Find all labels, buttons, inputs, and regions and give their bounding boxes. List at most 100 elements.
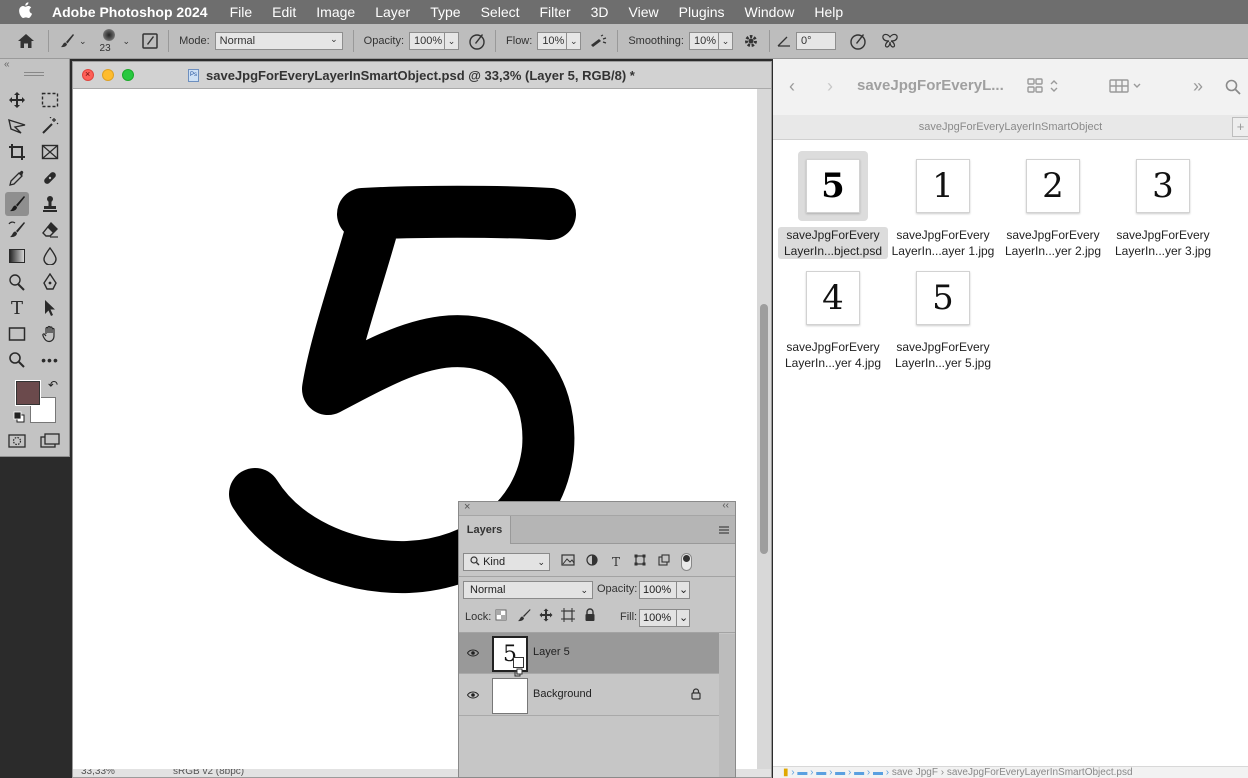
- document-title-bar[interactable]: × Ps saveJpgForEveryLayerInSmartObject.p…: [73, 62, 771, 89]
- visibility-eye-icon[interactable]: [466, 646, 480, 660]
- blur-tool-icon[interactable]: [38, 244, 62, 268]
- healing-brush-tool-icon[interactable]: [38, 166, 62, 190]
- clone-stamp-tool-icon[interactable]: [38, 192, 62, 216]
- menu-window[interactable]: Window: [745, 4, 795, 20]
- menu-file[interactable]: File: [230, 4, 253, 20]
- gear-icon[interactable]: [739, 29, 763, 53]
- brush-size-chevron-icon[interactable]: ⌄: [123, 36, 131, 47]
- collapse-arrows-icon[interactable]: «: [4, 59, 10, 70]
- visibility-eye-icon[interactable]: [466, 688, 480, 702]
- zoom-tool-icon[interactable]: [5, 348, 29, 372]
- pressure-size-icon[interactable]: [846, 29, 870, 53]
- zoom-window-button[interactable]: [122, 69, 134, 81]
- dodge-tool-icon[interactable]: [5, 270, 29, 294]
- group-by-icon[interactable]: [1109, 78, 1143, 97]
- minimize-window-button[interactable]: [102, 69, 114, 81]
- brush-settings-icon[interactable]: [138, 29, 162, 53]
- pressure-opacity-icon[interactable]: [465, 29, 489, 53]
- close-window-button[interactable]: ×: [82, 69, 94, 81]
- fill-dropdown[interactable]: ⌄: [676, 609, 690, 627]
- path-segment-file[interactable]: saveJpgForEveryLayerInSmartObject.psd: [947, 767, 1133, 778]
- lock-all-icon[interactable]: [581, 608, 599, 626]
- default-colors-icon[interactable]: [13, 411, 25, 423]
- add-tab-button[interactable]: +: [1232, 117, 1248, 137]
- frame-tool-icon[interactable]: [38, 140, 62, 164]
- panel-header[interactable]: × ‹‹: [459, 500, 735, 516]
- foreground-color-swatch[interactable]: [15, 380, 41, 406]
- smoothing-input[interactable]: 10%: [688, 32, 719, 50]
- hand-tool-icon[interactable]: [38, 322, 62, 346]
- path-segment[interactable]: save JpgF: [892, 767, 938, 778]
- menu-edit[interactable]: Edit: [272, 4, 296, 20]
- lock-image-pixels-icon[interactable]: [515, 608, 533, 626]
- more-toolbar-icon[interactable]: »: [1193, 76, 1203, 97]
- scrollbar-thumb[interactable]: [760, 304, 768, 554]
- app-name-menu[interactable]: Adobe Photoshop 2024: [52, 4, 208, 20]
- angle-input[interactable]: 0°: [795, 32, 836, 50]
- move-tool-icon[interactable]: [5, 88, 29, 112]
- icon-view-toggle[interactable]: [1027, 78, 1061, 97]
- finder-file-item[interactable]: 5 saveJpgForEvery LayerIn...bject.psd: [778, 151, 888, 259]
- type-tool-icon[interactable]: T: [5, 296, 29, 320]
- finder-file-item[interactable]: 1 saveJpgForEvery LayerIn...ayer 1.jpg: [888, 151, 998, 259]
- smart-object-filter-icon[interactable]: [655, 553, 673, 571]
- layer-filter-select[interactable]: Kind ⌄: [463, 553, 550, 571]
- filter-toggle-switch[interactable]: [681, 553, 692, 571]
- menu-plugins[interactable]: Plugins: [679, 4, 725, 20]
- opacity-input[interactable]: 100%: [409, 32, 446, 50]
- panel-menu-icon[interactable]: [718, 524, 730, 538]
- close-panel-icon[interactable]: ×: [464, 501, 470, 513]
- pixel-filter-icon[interactable]: [559, 553, 577, 571]
- document-vertical-scrollbar[interactable]: [757, 89, 771, 771]
- folder-icon[interactable]: › ▬ › ▬ › ▬ › ▬ › ▬ ›: [791, 767, 892, 778]
- magic-wand-tool-icon[interactable]: [38, 114, 62, 138]
- mode-select[interactable]: Normal ⌄: [214, 32, 343, 50]
- menu-select[interactable]: Select: [481, 4, 520, 20]
- finder-file-item[interactable]: 4 saveJpgForEvery LayerIn...yer 4.jpg: [778, 263, 888, 371]
- menu-3d[interactable]: 3D: [591, 4, 609, 20]
- crop-tool-icon[interactable]: [5, 140, 29, 164]
- lock-artboard-icon[interactable]: [559, 608, 577, 626]
- lock-transparent-pixels-icon[interactable]: [492, 608, 510, 626]
- fill-input[interactable]: 100%: [639, 609, 677, 627]
- forward-arrow-icon[interactable]: ›: [827, 76, 833, 97]
- symmetry-butterfly-icon[interactable]: [878, 29, 902, 53]
- finder-file-item[interactable]: 2 saveJpgForEvery LayerIn...yer 2.jpg: [998, 151, 1108, 259]
- menu-filter[interactable]: Filter: [540, 4, 571, 20]
- opacity-dropdown-icon[interactable]: ⌄: [445, 32, 460, 50]
- type-filter-icon[interactable]: T: [607, 553, 625, 571]
- marquee-tool-icon[interactable]: [38, 88, 62, 112]
- tab-layers[interactable]: Layers: [459, 516, 511, 544]
- layer-name[interactable]: Layer 5: [533, 646, 570, 658]
- lock-position-icon[interactable]: [537, 608, 555, 626]
- home-icon[interactable]: [14, 29, 38, 53]
- brush-preset-icon[interactable]: [55, 29, 79, 53]
- smoothing-dropdown-icon[interactable]: ⌄: [718, 32, 733, 50]
- swap-colors-icon[interactable]: ↶: [48, 378, 58, 392]
- layer-opacity-input[interactable]: 100%: [639, 581, 677, 599]
- layer-row[interactable]: 5 Layer 5: [459, 633, 719, 677]
- finder-file-item[interactable]: 3 saveJpgForEvery LayerIn...yer 3.jpg: [1108, 151, 1218, 259]
- layer-name[interactable]: Background: [533, 688, 592, 700]
- flow-dropdown-icon[interactable]: ⌄: [567, 32, 582, 50]
- screen-mode-icon[interactable]: [38, 429, 62, 453]
- layer-row[interactable]: Background: [459, 675, 719, 716]
- eyedropper-tool-icon[interactable]: [5, 166, 29, 190]
- blend-mode-select[interactable]: Normal ⌄: [463, 581, 593, 599]
- tools-panel-grip[interactable]: «: [0, 59, 70, 83]
- flow-input[interactable]: 10%: [537, 32, 568, 50]
- shape-filter-icon[interactable]: [631, 553, 649, 571]
- lasso-tool-icon[interactable]: [5, 114, 29, 138]
- airbrush-icon[interactable]: [587, 29, 611, 53]
- quick-mask-icon[interactable]: [5, 429, 29, 453]
- pen-tool-icon[interactable]: [38, 270, 62, 294]
- history-brush-tool-icon[interactable]: [5, 218, 29, 242]
- disk-icon[interactable]: ▮: [783, 767, 789, 778]
- collapse-panel-icon[interactable]: ‹‹: [722, 500, 729, 511]
- more-tools-icon[interactable]: •••: [38, 348, 62, 372]
- layer-opacity-dropdown[interactable]: ⌄: [676, 581, 690, 599]
- menu-image[interactable]: Image: [316, 4, 355, 20]
- status-info[interactable]: sRGB v2 (8bpc): [173, 769, 244, 777]
- status-zoom[interactable]: 33,33%: [81, 769, 115, 777]
- apple-icon[interactable]: [10, 2, 40, 22]
